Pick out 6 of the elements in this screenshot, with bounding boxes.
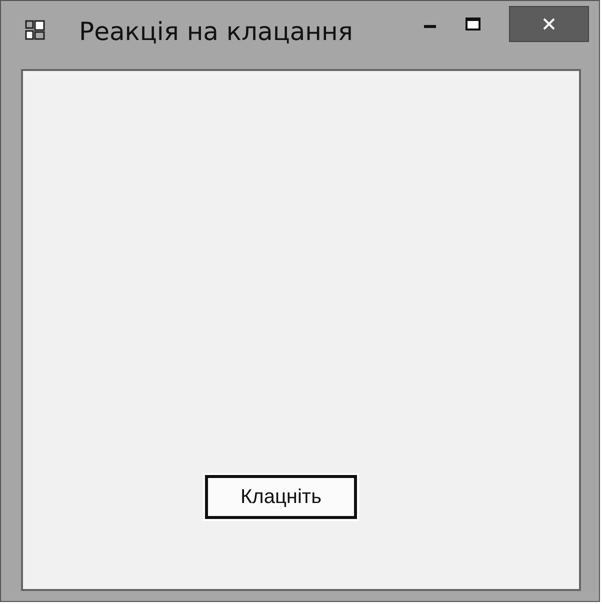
close-button[interactable]	[509, 6, 589, 42]
maximize-icon[interactable]	[465, 17, 481, 31]
window-title: Реакція на клацання	[79, 16, 353, 46]
form-icon	[25, 20, 45, 40]
close-icon	[542, 17, 556, 31]
click-button[interactable]: Клацніть	[205, 475, 357, 519]
